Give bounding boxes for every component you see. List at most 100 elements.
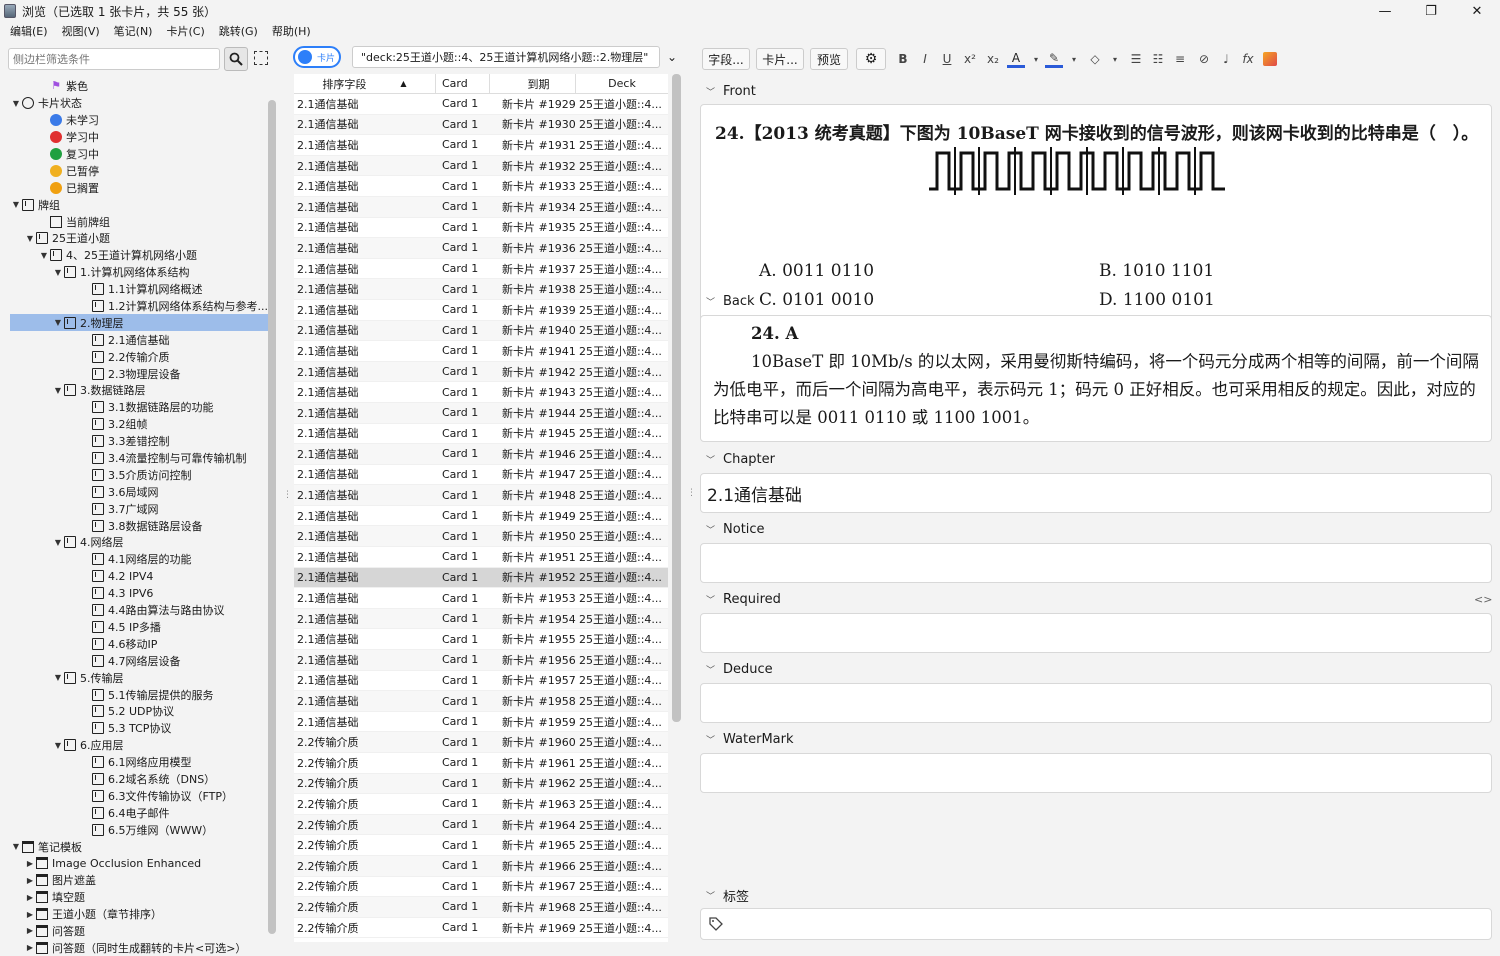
collapse-arrow-icon[interactable]: ▶ [24,910,36,919]
search-query-input[interactable]: "deck:25王道小题::4、25王道计算机网络小题::2.物理层" [352,46,660,68]
field-back[interactable]: 24. A 10BaseT 即 10Mb/s 的以太网，采用曼彻斯特编码，将一个… [700,315,1492,442]
sidebar-tree-item[interactable]: ▼ 25王道小题 [10,230,268,247]
preview-button[interactable]: 预览 [810,48,848,70]
table-row[interactable]: 2.1通信基础 Card 1 新卡片 #1952 25王道小题::4... [294,567,668,589]
table-row[interactable]: 2.2传输介质 Card 1 新卡片 #1961 25王道小题::4... [294,753,668,774]
expand-arrow-icon[interactable]: ▼ [24,234,36,243]
sidebar-tree-item[interactable]: ▶ 问答题 [10,923,268,940]
menu-view[interactable]: 视图(V) [62,23,100,39]
table-row[interactable]: 2.2传输介质 Card 1 新卡片 #1966 25王道小题::4... [294,855,668,877]
field-notice[interactable] [700,543,1492,583]
sidebar-tree-item[interactable]: ▶ 填空题 [10,889,268,906]
table-row[interactable]: 2.1通信基础 Card 1 新卡片 #1958 25王道小题::4... [294,691,668,712]
subscript-icon[interactable]: x₂ [984,50,1002,68]
expand-arrow-icon[interactable]: ▼ [10,99,22,108]
sidebar-tree-item[interactable]: 5.2 UDP协议 [10,703,268,720]
sidebar-tree-item[interactable]: 3.3差错控制 [10,433,268,450]
sidebar-tree-item[interactable]: ▶ 问答题（同时生成翻转的卡片<可选>） [10,939,268,956]
table-row[interactable]: 2.2传输介质 Card 1 新卡片 #1967 25王道小题::4... [294,877,668,898]
sidebar-tree-item[interactable]: ▼ 3.数据链路层 [10,382,268,399]
sidebar-tree-item[interactable]: 4.1网络层的功能 [10,551,268,568]
sidebar-tree-item[interactable]: 4.4路由算法与路由协议 [10,602,268,619]
field-label-front[interactable]: ﹀ Front [706,84,756,99]
sidebar-tree-item[interactable]: 1.2计算机网络体系结构与参考... [10,298,268,315]
table-row[interactable]: 2.1通信基础 Card 1 新卡片 #1950 25王道小题::4... [294,526,668,548]
sidebar-tree-item[interactable]: 5.3 TCP协议 [10,720,268,737]
table-row[interactable]: 2.1通信基础 Card 1 新卡片 #1934 25王道小题::4... [294,196,668,218]
table-row[interactable]: 2.1通信基础 Card 1 新卡片 #1951 25王道小题::4... [294,547,668,568]
editor-splitter[interactable]: ⋮ [687,488,696,498]
sidebar-tree-item[interactable]: 3.4流量控制与可靠传输机制 [10,450,268,467]
maximize-button[interactable]: ❐ [1408,0,1454,22]
italic-icon[interactable]: I [916,50,934,68]
expand-arrow-icon[interactable]: ▼ [10,200,22,209]
table-row[interactable]: 2.1通信基础 Card 1 新卡片 #1938 25王道小题::4... [294,279,668,300]
collapse-arrow-icon[interactable]: ▶ [24,876,36,885]
sidebar-tree-item[interactable]: 2.3物理层设备 [10,365,268,382]
sidebar-tree-item[interactable]: ▼ 牌组 [10,196,268,213]
field-front[interactable]: 24.【2013 统考真题】下图为 10BaseT 网卡接收到的信号波形，则该网… [700,104,1492,326]
field-watermark[interactable] [700,753,1492,793]
sidebar-filter-input[interactable] [8,48,220,70]
sidebar-tree-item[interactable]: 4.3 IPV6 [10,585,268,602]
expand-arrow-icon[interactable]: ▼ [52,538,64,547]
expand-arrow-icon[interactable]: ▼ [38,251,50,260]
chevron-down-icon[interactable]: ⌄ [660,46,684,68]
sidebar-tree-item[interactable]: 3.2组帧 [10,416,268,433]
align-icon[interactable]: ≡ [1171,50,1189,68]
sidebar-tree-item[interactable]: 1.1计算机网络概述 [10,281,268,298]
table-row[interactable]: 2.1通信基础 Card 1 新卡片 #1929 25王道小题::4... [294,94,668,115]
superscript-icon[interactable]: x² [961,50,979,68]
bold-icon[interactable]: B [894,50,912,68]
sidebar-tree-item[interactable]: 3.6局域网 [10,483,268,500]
field-label-back[interactable]: ﹀ Back [706,294,755,309]
table-row[interactable]: 2.1通信基础 Card 1 新卡片 #1946 25王道小题::4... [294,444,668,465]
field-label-required[interactable]: ﹀ Required [706,592,781,607]
table-row[interactable]: 2.1通信基础 Card 1 新卡片 #1936 25王道小题::4... [294,238,668,259]
table-row[interactable]: 2.1通信基础 Card 1 新卡片 #1933 25王道小题::4... [294,176,668,197]
sidebar-tree-item[interactable]: 4.6移动IP [10,635,268,652]
menu-cards[interactable]: 卡片(C) [166,23,204,39]
table-row[interactable]: 2.2传输介质 Card 1 新卡片 #1965 25王道小题::4... [294,835,668,856]
table-row[interactable]: 2.2传输介质 Card 1 新卡片 #1962 25王道小题::4... [294,773,668,795]
html-editor-icon[interactable]: <> [1474,593,1492,606]
table-row[interactable]: 2.1通信基础 Card 1 新卡片 #1957 25王道小题::4... [294,671,668,692]
sidebar-tree-item[interactable]: ▼ 笔记模板 [10,838,268,855]
cards-button[interactable]: 卡片... [756,48,804,70]
menu-edit[interactable]: 编辑(E) [10,23,48,39]
sidebar-tree-item[interactable]: ▼ 卡片状态 [10,95,268,112]
table-row[interactable]: 2.1通信基础 Card 1 新卡片 #1940 25王道小题::4... [294,320,668,342]
table-row[interactable]: 2.1通信基础 Card 1 新卡片 #1937 25王道小题::4... [294,259,668,280]
column-deck[interactable]: Deck [576,74,668,93]
table-row[interactable]: 2.2传输介质 Card 1 新卡片 #1968 25王道小题::4... [294,897,668,918]
table-row[interactable]: 2.1通信基础 Card 1 新卡片 #1941 25王道小题::4... [294,341,668,362]
text-color-icon[interactable]: A [1007,50,1025,68]
field-label-deduce[interactable]: ﹀ Deduce [706,662,773,677]
sidebar-tree-item[interactable]: 6.3文件传输协议（FTP） [10,787,268,804]
table-row[interactable]: 2.1通信基础 Card 1 新卡片 #1955 25王道小题::4... [294,629,668,651]
sidebar-tree-item[interactable]: 5.1传输层提供的服务 [10,686,268,703]
sidebar-tree-item[interactable]: ▼ 2.物理层 [10,314,268,332]
sidebar-tree-item[interactable]: ▶ 王道小题（章节排序） [10,906,268,923]
highlight-icon[interactable]: ✎ [1045,50,1063,68]
table-row[interactable]: 2.1通信基础 Card 1 新卡片 #1953 25王道小题::4... [294,588,668,609]
collapse-arrow-icon[interactable]: ▶ [24,893,36,902]
expand-arrow-icon[interactable]: ▼ [10,842,22,851]
field-label-chapter[interactable]: ﹀ Chapter [706,452,775,467]
image-occlusion-icon[interactable] [1263,52,1277,66]
field-label-notice[interactable]: ﹀ Notice [706,522,765,537]
sidebar-tree-item[interactable]: 已暂停 [10,162,268,179]
sidebar-tree-item[interactable]: ▼ 4.网络层 [10,534,268,551]
tags-input[interactable] [700,908,1492,940]
collapse-arrow-icon[interactable]: ▶ [24,926,36,935]
sidebar-tree-item[interactable]: 3.7广域网 [10,500,268,517]
field-chapter[interactable]: 2.1通信基础 [700,473,1492,513]
column-card[interactable]: Card [436,74,490,93]
chevron-down-icon[interactable]: ▾ [1106,50,1124,68]
field-label-tags[interactable]: ﹀ 标签 [706,886,749,905]
sidebar-tree-item[interactable]: 6.2域名系统（DNS） [10,771,268,788]
table-row[interactable]: 2.1通信基础 Card 1 新卡片 #1943 25王道小题::4... [294,382,668,403]
gear-icon[interactable]: ⚙ [856,48,886,70]
sidebar-tree-item[interactable]: 2.1通信基础 [10,331,268,348]
sidebar-search-button[interactable] [224,47,248,71]
